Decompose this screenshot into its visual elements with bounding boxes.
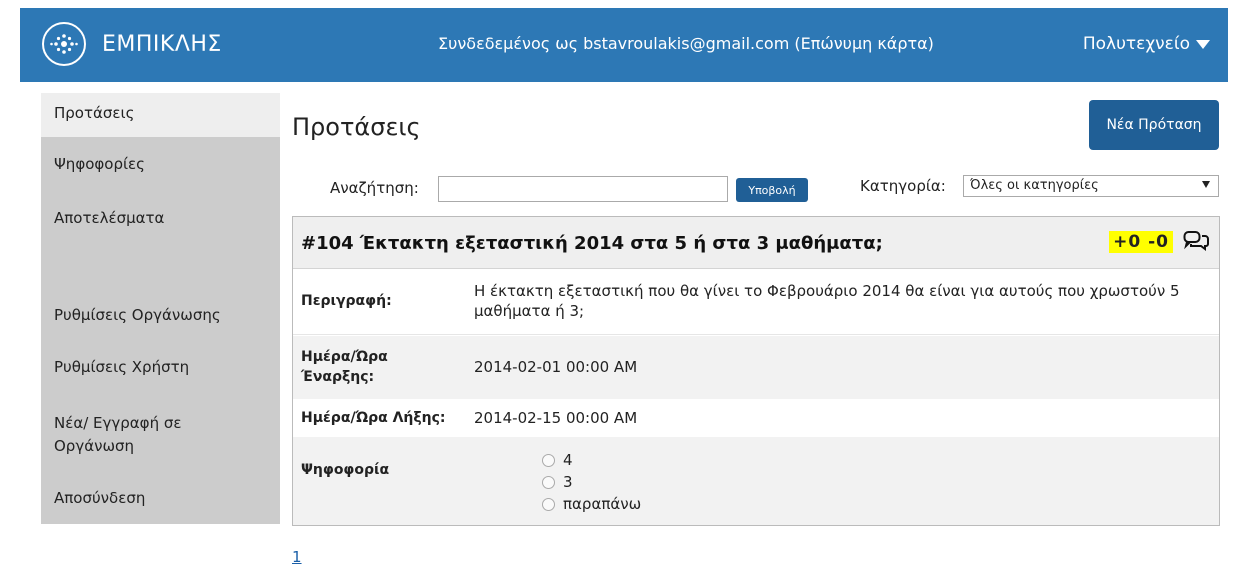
proposal-title[interactable]: #104 Έκτακτη εξεταστική 2014 στα 5 ή στα… (301, 233, 883, 254)
top-navbar: ΕΜΠΙΚΛΗΣ Συνδεδεμένος ως bstavroulakis@g… (20, 8, 1228, 82)
start-label: Ημέρα/Ώρα Έναρξης: (301, 349, 388, 385)
logged-in-status: Συνδεδεμένος ως bstavroulakis@gmail.com … (438, 34, 934, 53)
sidebar-item-results[interactable]: Αποτελέσματα (41, 207, 280, 230)
vote-label: Ψηφοφορία (301, 462, 390, 478)
sidebar-item-org-settings[interactable]: Ρυθμίσεις Οργάνωσης (41, 304, 280, 327)
sidebar-item-proposals[interactable]: Προτάσεις (41, 93, 280, 137)
end-row: Ημέρα/Ώρα Λήξης: 2014-02-15 00:00 AM (293, 399, 1219, 437)
vote-option[interactable]: παραπάνω (542, 495, 641, 513)
vote-row: Ψηφοφορία 4 3 παραπάνω (293, 437, 1219, 525)
sidebar-item-join-org[interactable]: Νέα/ Εγγραφή σε Οργάνωση (41, 412, 241, 458)
start-value: 2014-02-01 00:00 AM (474, 358, 638, 376)
pagination-link[interactable]: 1 (292, 548, 302, 566)
brand[interactable]: ΕΜΠΙΚΛΗΣ (42, 22, 222, 66)
sidebar-item-votes[interactable]: Ψηφοφορίες (41, 153, 280, 176)
submit-button[interactable]: Υποβολή (736, 178, 808, 202)
vote-option-label: παραπάνω (563, 495, 642, 513)
description-row: Περιγραφή: Η έκτακτη εξεταστική που θα γ… (293, 270, 1219, 335)
search-input[interactable] (438, 176, 728, 202)
category-label: Κατηγορία: (860, 177, 946, 195)
radio-button[interactable] (542, 453, 555, 467)
sidebar: Προτάσεις Ψηφοφορίες Αποτελέσματα Ρυθμίσ… (41, 93, 280, 524)
category-selected-value: Όλες οι κατηγορίες (970, 178, 1099, 193)
description-text: Η έκτακτη εξεταστική που θα γίνει το Φεβ… (474, 282, 1180, 320)
organization-dropdown[interactable]: Πολυτεχνείο (1083, 34, 1210, 54)
new-proposal-button[interactable]: Νέα Πρόταση (1089, 100, 1219, 150)
radio-button[interactable] (542, 497, 555, 511)
dropdown-arrow-icon (1202, 181, 1210, 188)
end-label: Ημέρα/Ώρα Λήξης: (301, 410, 446, 426)
logo-icon (42, 22, 86, 66)
search-label: Αναζήτηση: (330, 179, 419, 197)
vote-option-label: 3 (563, 473, 573, 491)
proposal-header: #104 Έκτακτη εξεταστική 2014 στα 5 ή στα… (293, 217, 1219, 269)
sidebar-item-logout[interactable]: Αποσύνδεση (41, 487, 280, 510)
vote-option[interactable]: 3 (542, 473, 573, 491)
sidebar-item-user-settings[interactable]: Ρυθμίσεις Χρήστη (41, 356, 280, 379)
category-select[interactable]: Όλες οι κατηγορίες (963, 175, 1219, 197)
start-row: Ημέρα/Ώρα Έναρξης: 2014-02-01 00:00 AM (293, 336, 1219, 399)
brand-name: ΕΜΠΙΚΛΗΣ (102, 31, 222, 57)
radio-button[interactable] (542, 475, 555, 489)
comments-icon[interactable] (1183, 230, 1209, 256)
description-label: Περιγραφή: (301, 293, 392, 309)
vote-count: +0 -0 (1109, 231, 1173, 253)
organization-label: Πολυτεχνείο (1082, 34, 1190, 54)
vote-option-label: 4 (563, 451, 573, 469)
caret-down-icon (1196, 39, 1210, 49)
page-title: Προτάσεις (292, 113, 421, 141)
proposal-card: #104 Έκτακτη εξεταστική 2014 στα 5 ή στα… (292, 216, 1220, 526)
end-value: 2014-02-15 00:00 AM (474, 409, 638, 427)
vote-option[interactable]: 4 (542, 451, 573, 469)
